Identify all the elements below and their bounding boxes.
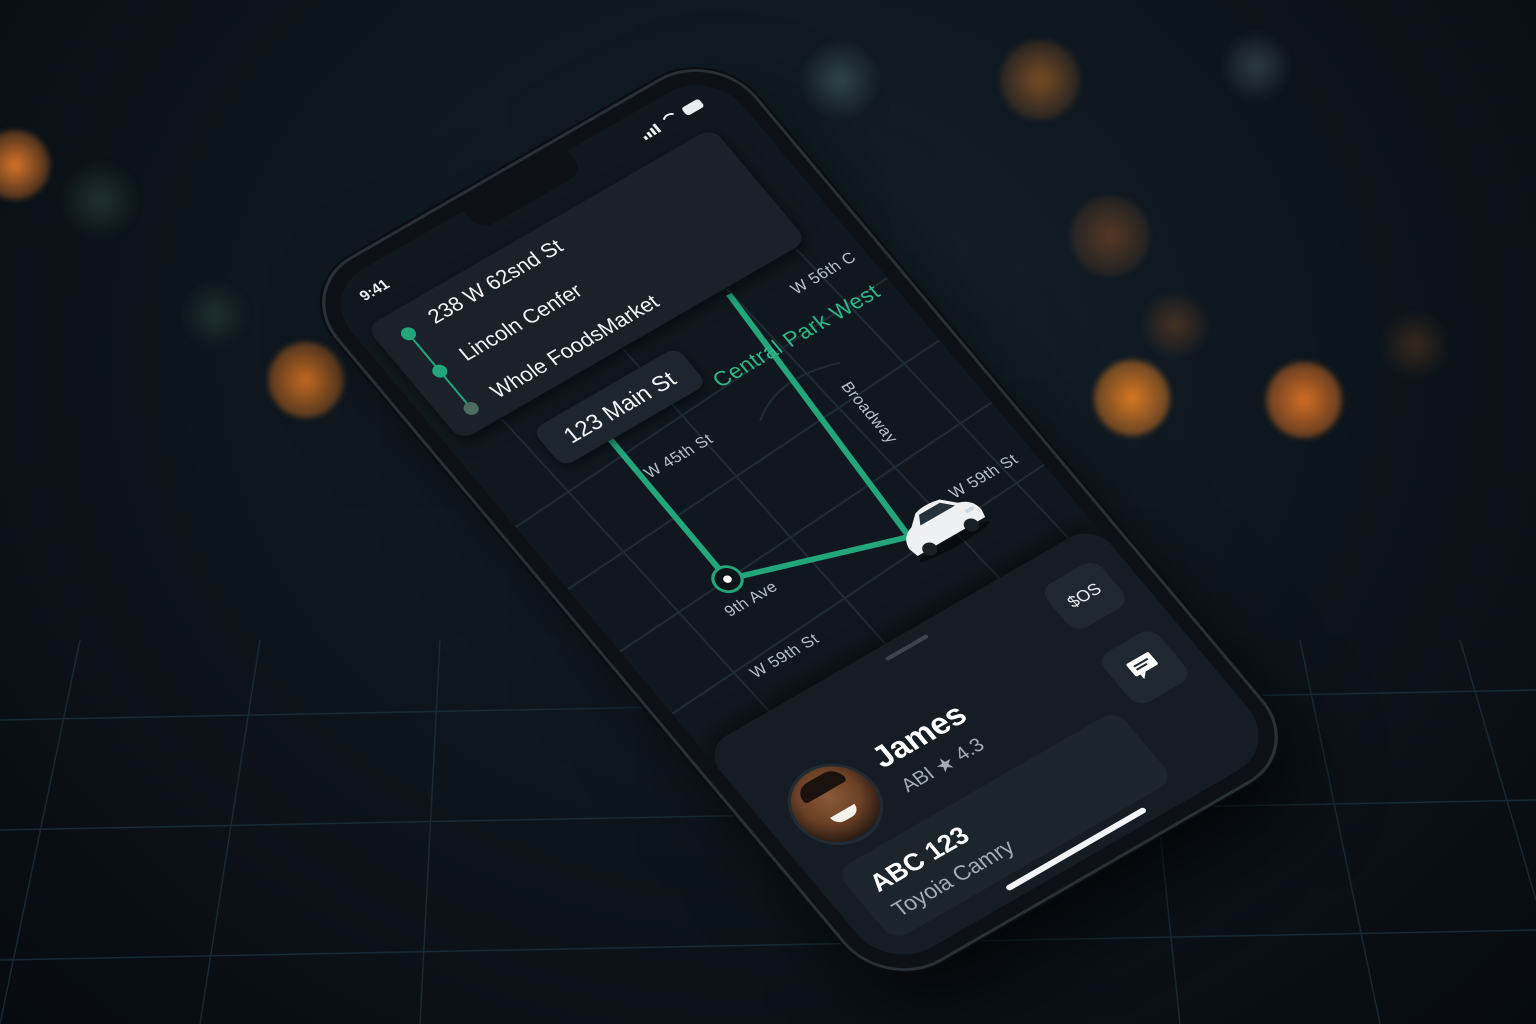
signal-icon	[639, 123, 662, 141]
driver-code: ABI	[896, 763, 940, 797]
chat-icon	[1126, 652, 1158, 680]
stop-dot	[397, 324, 420, 343]
avatar-hair	[794, 766, 848, 805]
chat-button[interactable]	[1096, 626, 1194, 709]
price-button[interactable]: $OS	[1038, 558, 1131, 634]
driver-rating: 4.3	[950, 734, 990, 766]
avatar-smile	[830, 803, 861, 826]
battery-icon	[680, 98, 705, 117]
